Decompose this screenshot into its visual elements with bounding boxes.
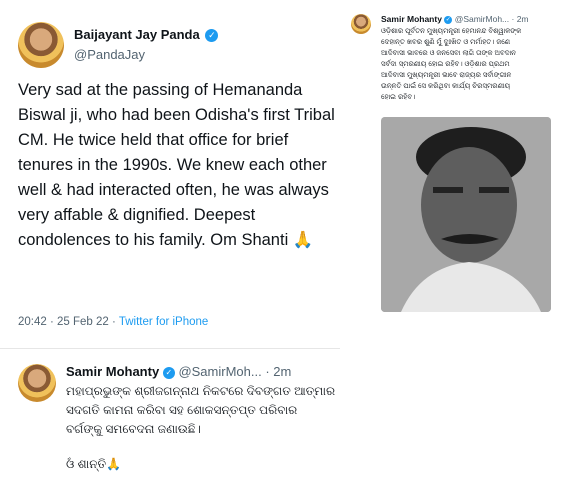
avatar-samir[interactable] bbox=[18, 364, 56, 402]
author-name[interactable]: Baijayant Jay Panda ✓ bbox=[74, 27, 219, 43]
text-line: ସଦଗତି କାମନା କରିବା ସହ ଶୋକସନ୍ତପ୍ତ ପରିବାର bbox=[66, 403, 298, 417]
tweet-source-link[interactable]: Twitter for iPhone bbox=[119, 316, 208, 328]
author-handle[interactable]: @SamirMoh... bbox=[178, 364, 261, 379]
tweet-right: Samir Mohanty ✓ @SamirMoh... · 2m ଓଡ଼ିଶା… bbox=[345, 0, 575, 330]
verified-badge-icon: ✓ bbox=[162, 366, 175, 379]
avatar-samir[interactable] bbox=[351, 14, 371, 34]
verified-badge-icon: ✓ bbox=[205, 29, 219, 43]
tweet-time[interactable]: 20:42 · 25 Feb 22 · bbox=[18, 316, 119, 328]
tweet-meta: 20:42 · 25 Feb 22 · Twitter for iPhone bbox=[18, 316, 208, 328]
tweet-main: Baijayant Jay Panda ✓ @PandaJay Very sad… bbox=[0, 0, 340, 340]
text-line: ଆଦିବାସୀ ଭାବରେ ଓ ଜନସେବା ଲାଗି ତାଙ୍କ ଅବଦାନ bbox=[381, 50, 516, 57]
tweet-bottom: Samir Mohanty ✓ @SamirMoh... · 2m ମହାପ୍ର… bbox=[0, 348, 340, 487]
portrait-illustration bbox=[381, 117, 551, 312]
avatar-panda[interactable] bbox=[18, 22, 64, 68]
text-line: ଆଦିବାସୀ ମୁଖ୍ୟମନ୍ତ୍ରୀ ଭାବେ ରାଜ୍ୟର ସର୍ବାଙ୍… bbox=[381, 72, 512, 79]
verified-badge-icon: ✓ bbox=[444, 15, 453, 24]
tweet-text: Very sad at the passing of Hemananda Bis… bbox=[18, 81, 335, 249]
text-line: ଦେହାନ୍ତ ଖବର ଶୁଣି ମୁଁ ଦୁଃଖିତ ଓ ମର୍ମାହତ। ଜ… bbox=[381, 39, 510, 46]
text-line: ଓଡ଼ିଶାର ପୂର୍ବତନ ମୁଖ୍ୟମନ୍ତ୍ରୀ ହେମାନନ୍ଦ ବି… bbox=[381, 28, 522, 35]
portrait-photo[interactable] bbox=[381, 117, 551, 312]
tweet-text: ମହାପ୍ରଭୁଙ୍କ ଶ୍ରୀଜଗନ୍ନାଥ ନିକଟରେ ଦିବଙ୍ଗତ ଆ… bbox=[66, 382, 336, 474]
author-handle[interactable]: @PandaJay bbox=[74, 47, 145, 62]
divider bbox=[0, 348, 340, 349]
text-line: ସର୍ବଦା ସ୍ମରଣୀୟ ହୋଇ ରହିବ। ଓଡ଼ିଶାର ପ୍ରଥମ bbox=[381, 61, 510, 68]
text-line: ହୋଇ ରହିବ। bbox=[381, 94, 416, 101]
author-name[interactable]: Samir Mohanty ✓ @SamirMoh... · 2m bbox=[381, 14, 529, 24]
tweet-age: · 2m bbox=[265, 364, 292, 379]
text-line: ବର୍ଗଙ୍କୁ ସମବେଦନା ଜଣାଉଛି। bbox=[66, 422, 201, 436]
tweet-age: · 2m bbox=[511, 14, 529, 24]
sign-off: ଓଁ ଶାନ୍ତି🙏 bbox=[66, 457, 122, 471]
author-name[interactable]: Samir Mohanty ✓ @SamirMoh... · 2m bbox=[66, 364, 291, 379]
text-line: ମହାପ୍ରଭୁଙ୍କ ଶ୍ରୀଜଗନ୍ନାଥ ନିକଟରେ ଦିବଙ୍ଗତ ଆ… bbox=[66, 384, 336, 398]
author-handle[interactable]: @SamirMoh... bbox=[455, 14, 509, 24]
text-line: ଉନ୍ନତି ପାଇଁ ସେ କରିଥିବା କାର୍ଯ୍ୟ ଚିରସ୍ମରଣୀ… bbox=[381, 83, 511, 90]
tweet-text: ଓଡ଼ିଶାର ପୂର୍ବତନ ମୁଖ୍ୟମନ୍ତ୍ରୀ ହେମାନନ୍ଦ ବି… bbox=[381, 26, 571, 103]
